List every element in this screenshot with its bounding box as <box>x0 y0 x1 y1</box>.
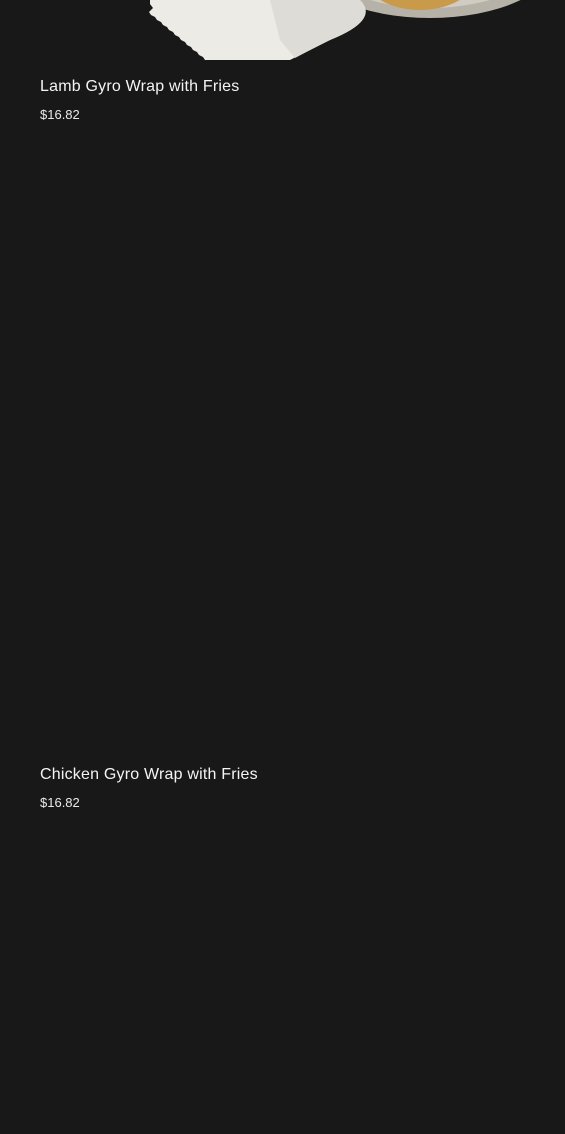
product-price: $16.82 <box>40 795 80 810</box>
product-image-chicken-gyro[interactable] <box>0 140 565 740</box>
product-card-chicken-gyro[interactable]: Chicken Gyro Wrap with Fries $16.82 <box>0 140 565 830</box>
product-name[interactable]: Lamb Gyro Wrap with Fries <box>40 77 239 97</box>
product-image-lamb-gyro[interactable] <box>0 0 565 60</box>
product-card-lamb-gyro[interactable]: Lamb Gyro Wrap with Fries $16.82 <box>0 0 565 140</box>
food-photo-icon <box>149 0 521 60</box>
product-name[interactable]: Chicken Gyro Wrap with Fries <box>40 765 258 785</box>
product-price: $16.82 <box>40 107 80 122</box>
next-product-image-placeholder <box>0 840 565 1134</box>
